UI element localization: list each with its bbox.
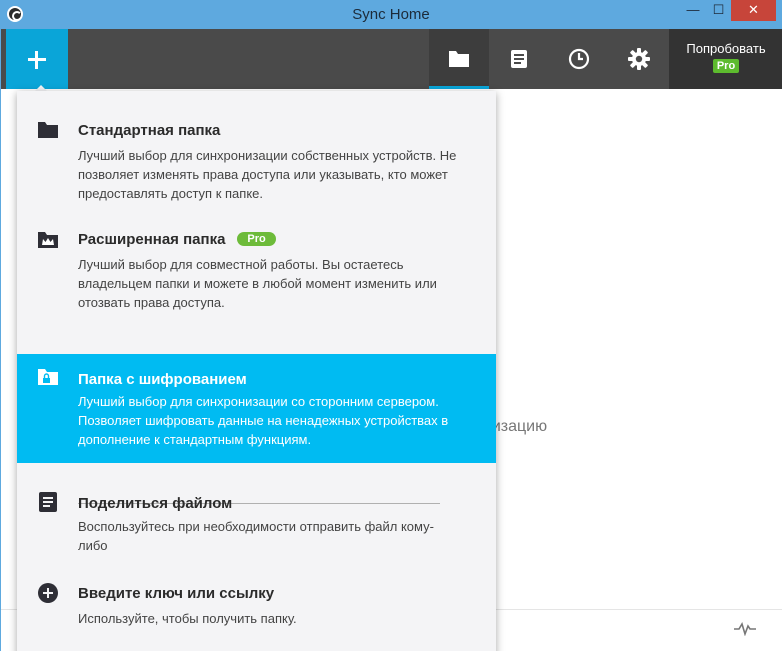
menu-item-standard-folder[interactable]: Стандартная папка Лучший выбор для синхр… bbox=[17, 91, 496, 201]
document-icon bbox=[39, 492, 57, 512]
folder-icon bbox=[449, 51, 469, 67]
menu-item-title: Папка с шифрованием bbox=[78, 371, 247, 388]
maximize-button[interactable]: ☐ bbox=[706, 0, 731, 21]
menu-item-advanced-folder[interactable]: Расширенная папка Pro Лучший выбор для со… bbox=[17, 197, 496, 321]
app-client-area: Попробовать Pro низацию Стандартная папк… bbox=[0, 29, 782, 651]
try-pro-label: Попробовать bbox=[686, 41, 766, 56]
plus-circle-icon bbox=[38, 583, 58, 603]
menu-item-title: Расширенная папка Pro bbox=[78, 231, 276, 248]
menu-item-encrypted-folder[interactable]: Папка с шифрованием Лучший выбор для син… bbox=[17, 354, 496, 463]
menu-item-title: Поделиться файлом bbox=[78, 495, 233, 512]
lock-folder-icon bbox=[38, 369, 58, 385]
menu-item-desc: Лучший выбор для синхронизации со сторон… bbox=[78, 394, 449, 447]
gear-icon bbox=[628, 48, 650, 70]
tab-settings[interactable] bbox=[609, 29, 669, 89]
main-toolbar: Попробовать Pro bbox=[1, 29, 782, 91]
pro-badge: Pro bbox=[237, 232, 276, 246]
activity-icon[interactable] bbox=[734, 622, 756, 636]
menu-item-title: Стандартная папка bbox=[78, 122, 221, 139]
menu-item-enter-key[interactable]: Введите ключ или ссылку Используйте, что… bbox=[17, 567, 496, 647]
menu-item-desc: Лучший выбор для синхронизации собственн… bbox=[78, 148, 457, 201]
tab-documents[interactable] bbox=[489, 29, 549, 89]
menu-item-share-file[interactable]: Поделиться файлом Воспользуйтесь при нео… bbox=[17, 471, 496, 567]
menu-item-desc: Лучший выбор для совместной работы. Вы о… bbox=[78, 257, 437, 310]
minimize-button[interactable]: — bbox=[680, 0, 706, 21]
menu-item-desc: Используйте, чтобы получить папку. bbox=[78, 611, 297, 626]
menu-item-title: Введите ключ или ссылку bbox=[78, 585, 275, 602]
menu-item-title-text: Расширенная папка bbox=[78, 231, 226, 248]
clock-icon bbox=[568, 48, 590, 70]
window-title: Sync Home bbox=[352, 6, 430, 23]
pro-badge: Pro bbox=[712, 59, 740, 73]
add-folder-menu: Стандартная папка Лучший выбор для синхр… bbox=[17, 91, 496, 651]
tab-folders[interactable] bbox=[429, 29, 489, 89]
title-bar: Sync Home — ☐ ✕ bbox=[0, 0, 782, 29]
folder-icon bbox=[38, 122, 58, 138]
add-button[interactable] bbox=[6, 29, 68, 91]
tab-history[interactable] bbox=[549, 29, 609, 89]
document-icon bbox=[511, 50, 527, 68]
close-button[interactable]: ✕ bbox=[731, 0, 776, 21]
crown-folder-icon bbox=[38, 232, 58, 248]
menu-item-desc: Воспользуйтесь при необходимости отправи… bbox=[78, 519, 434, 553]
try-pro-button[interactable]: Попробовать Pro bbox=[669, 29, 782, 89]
